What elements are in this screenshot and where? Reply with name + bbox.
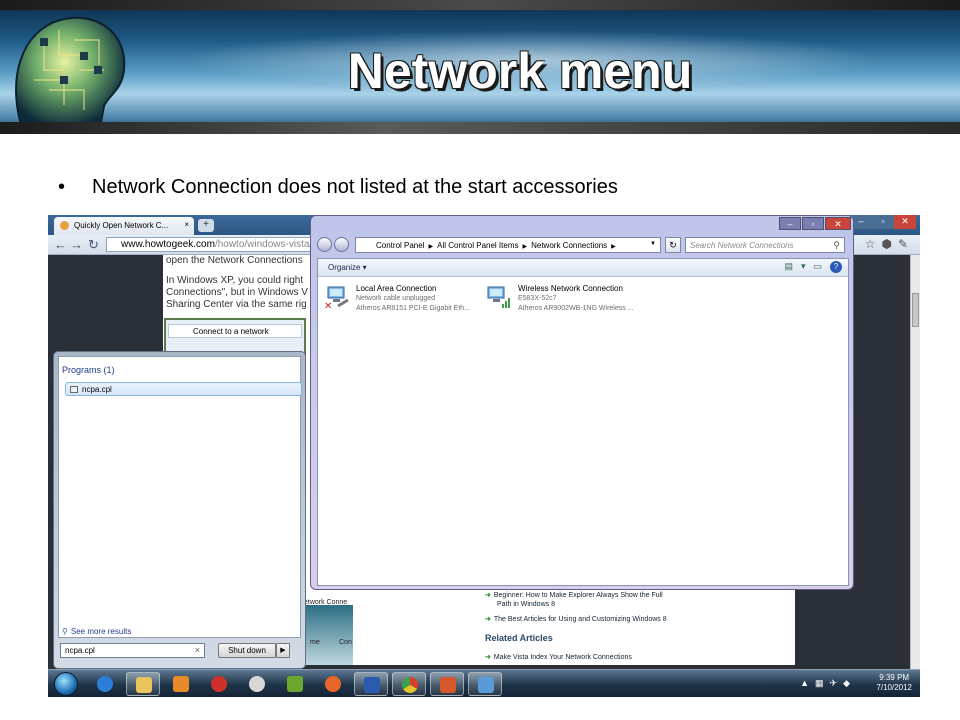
breadcrumb-item[interactable]: Control Panel [376, 241, 424, 250]
related-link[interactable]: ➜ Make Vista Index Your Network Connectio… [485, 653, 632, 662]
explorer-search-input[interactable]: Search Network Connections ⚲ [685, 237, 845, 253]
explorer-content-pane: Organize ▾ ▤▾▭? ✕ Local Area Connection … [317, 258, 849, 586]
address-bar[interactable]: www.howtogeek.com/howto/windows-vista/ [106, 237, 316, 252]
taskbar-firefox[interactable] [316, 672, 350, 696]
breadcrumb-item[interactable]: All Control Panel Items [437, 241, 518, 250]
word-icon [364, 677, 380, 693]
scrollbar-thumb[interactable] [912, 293, 919, 327]
wireless-adapter-icon [487, 286, 510, 308]
help-icon[interactable]: ? [830, 261, 842, 273]
start-menu-results: Programs (1) ncpa.cpl ⚲ See more results [58, 356, 302, 638]
url-path: /howto/windows-vista/ [214, 239, 313, 250]
reload-icon[interactable]: ↻ [88, 237, 99, 253]
system-tray-icons[interactable]: ▲▦✈◆ [800, 678, 856, 689]
taskbar-ie[interactable] [88, 672, 122, 696]
bullet-point: • Network Connection does not listed at t… [58, 176, 618, 199]
menu-item-connect: Connect to a network [168, 324, 302, 338]
favicon-icon [60, 221, 69, 230]
window-close-button[interactable]: ✕ [825, 217, 851, 230]
media-player-icon [173, 676, 189, 692]
explorer-refresh-button[interactable]: ↻ [665, 237, 681, 253]
bullet-text: Network Connection does not listed at th… [92, 176, 618, 198]
url-host: www.howtogeek.com [121, 239, 215, 250]
forward-arrow-icon[interactable]: → [70, 237, 83, 252]
window-minimize-button[interactable]: – [779, 217, 801, 230]
green-arrow-icon: ➜ [485, 654, 491, 661]
shutdown-options-button[interactable]: ▶ [276, 643, 290, 658]
desktop-screenshot: Quickly Open Network C... × + – ▫ ✕ ← → … [48, 215, 920, 697]
taskbar-w-app[interactable] [278, 672, 312, 696]
side-link[interactable]: ➜ The Best Articles for Using and Customi… [485, 615, 667, 624]
view-options-icons[interactable]: ▤▾▭? [784, 261, 842, 273]
organize-menu[interactable]: Organize ▾ [328, 263, 367, 272]
slide-title: Network menu [347, 43, 693, 99]
search-icon: ⚲ [62, 627, 68, 636]
start-orb-button[interactable] [54, 672, 78, 696]
pushpin-icon [211, 676, 227, 692]
article-line: Connections", but in Windows V [166, 287, 308, 298]
article-fragment: me [310, 639, 320, 646]
programs-header: Programs (1) [62, 365, 115, 375]
network-connections-window: – ▫ ✕ Control Panel ▶ All Control Panel It… [310, 215, 854, 590]
folder-icon [136, 677, 152, 693]
see-more-results-link[interactable]: ⚲ See more results [62, 627, 131, 636]
clock-icon [249, 676, 265, 692]
internet-explorer-icon [97, 676, 113, 692]
related-articles-heading: Related Articles [485, 633, 553, 643]
explorer-forward-button[interactable] [334, 237, 349, 252]
back-arrow-icon[interactable]: ← [54, 237, 67, 252]
explorer-address-bar[interactable]: Control Panel ▶ All Control Panel Items ▶ Ne… [355, 237, 661, 253]
search-result-ncpa[interactable]: ncpa.cpl [65, 382, 302, 396]
taskbar-word[interactable] [354, 672, 388, 696]
article-line: open the Network Connections [166, 255, 303, 266]
shutdown-button[interactable]: Shut down [218, 643, 276, 658]
green-arrow-icon: ➜ [485, 616, 491, 623]
tab-close-icon[interactable]: × [184, 220, 189, 229]
breadcrumb-item[interactable]: Network Connections [531, 241, 607, 250]
control-panel-file-icon [70, 386, 78, 393]
taskbar-pin-app[interactable] [202, 672, 236, 696]
tray-clock[interactable]: 9:39 PM 7/10/2012 [876, 673, 912, 693]
bullet-dot: • [58, 176, 66, 198]
taskbar-chrome[interactable] [392, 672, 426, 696]
browser-close-button[interactable]: ✕ [894, 215, 916, 229]
network-adapter-disconnected-icon: ✕ [324, 286, 349, 310]
explorer-command-bar: Organize ▾ ▤▾▭? [318, 259, 848, 277]
powerpoint-icon [440, 677, 456, 693]
search-icon: ⚲ [833, 240, 840, 250]
svg-text:✕: ✕ [324, 301, 332, 310]
article-fragment: Con [339, 639, 352, 646]
control-panel-icon [478, 677, 494, 693]
taskbar-media-player[interactable] [164, 672, 198, 696]
browser-tools-icons[interactable]: ☆⬢✎ [865, 237, 914, 251]
new-tab-button[interactable]: + [198, 219, 214, 232]
chrome-icon [402, 677, 418, 693]
taskbar-control-panel[interactable] [468, 672, 502, 696]
browser-tab-title: Quickly Open Network C... [74, 221, 169, 230]
side-link[interactable]: ➜ Beginner: How to Make Explorer Always S… [485, 591, 663, 609]
window-maximize-button[interactable]: ▫ [802, 217, 824, 230]
article-line: In Windows XP, you could right [166, 275, 304, 286]
address-dropdown-icon[interactable]: ▼ [650, 241, 656, 247]
browser-maximize-button[interactable]: ▫ [872, 215, 894, 229]
start-menu: Programs (1) ncpa.cpl ⚲ See more results … [53, 351, 306, 669]
browser-scrollbar[interactable] [910, 255, 920, 669]
explorer-address-row: Control Panel ▶ All Control Panel Items ▶ Ne… [315, 236, 849, 254]
taskbar-clock-app[interactable] [240, 672, 274, 696]
taskbar-powerpoint[interactable] [430, 672, 464, 696]
taskbar-explorer[interactable] [126, 672, 160, 696]
clock-time: 9:39 PM [879, 673, 910, 682]
clear-search-icon[interactable]: × [195, 645, 200, 655]
article-fragment: etwork Conne [304, 599, 348, 606]
clock-date: 7/10/2012 [876, 683, 912, 692]
w-app-icon [287, 676, 303, 692]
start-search-input[interactable]: ncpa.cpl × [60, 643, 205, 658]
green-arrow-icon: ➜ [485, 592, 491, 599]
browser-tab[interactable]: Quickly Open Network C... × [54, 217, 194, 235]
slide-banner: Network menu [0, 0, 960, 134]
explorer-back-button[interactable] [317, 237, 332, 252]
taskbar: ▲▦✈◆ 9:39 PM 7/10/2012 [48, 669, 920, 697]
article-line: Sharing Center via the same rig [166, 299, 307, 310]
firefox-icon [325, 676, 341, 692]
